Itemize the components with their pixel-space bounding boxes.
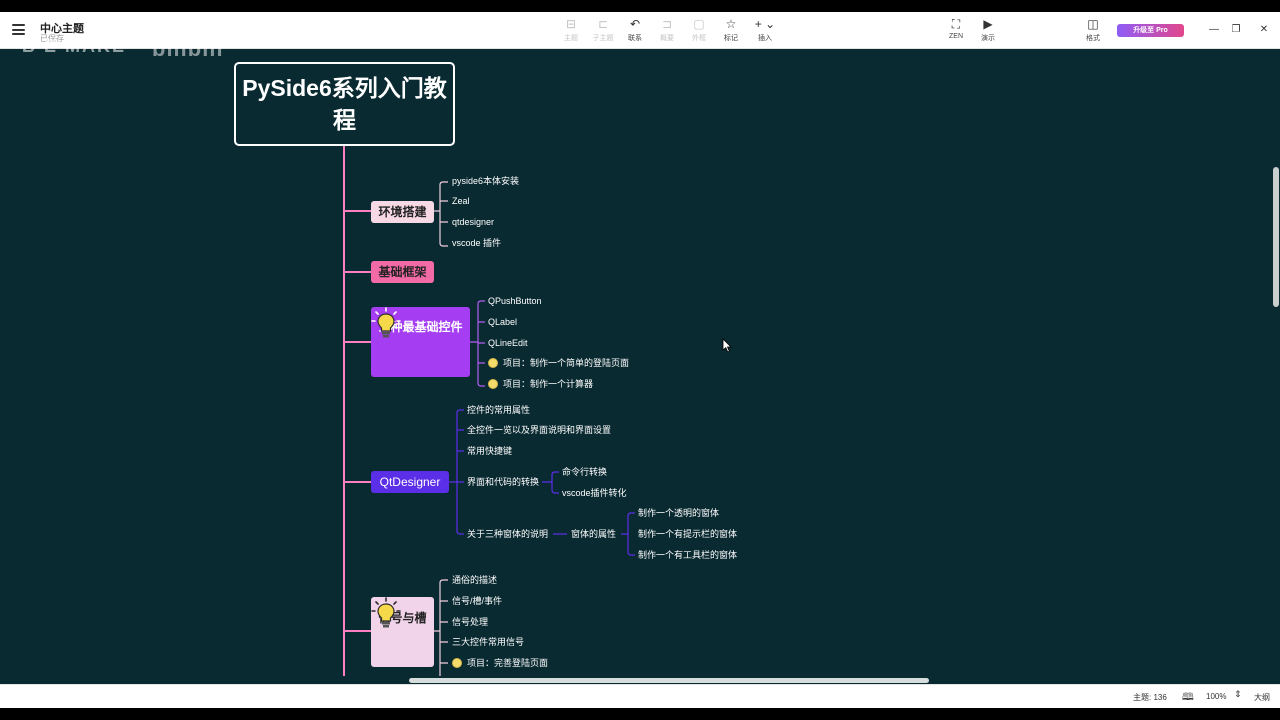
- subtopic-icon: ⊏: [597, 17, 609, 31]
- mouse-cursor-icon: [722, 338, 732, 353]
- mindmap-canvas[interactable]: PySide6系列入门教程 环境搭建 pyside6本体安装 Zeal qtde…: [0, 49, 1272, 676]
- book-icon[interactable]: 🕮: [1182, 690, 1194, 707]
- leaf-qlineedit[interactable]: QLineEdit: [488, 337, 528, 349]
- topic-icon: ⊟: [565, 17, 577, 31]
- leaf-cmd-conversion[interactable]: 命令行转换: [562, 466, 607, 478]
- leaf-project-login-page[interactable]: 项目：制作一个简单的登陆页面: [488, 357, 629, 369]
- watermark-text: B E MAKE: [22, 36, 127, 56]
- leaf-project-calculator[interactable]: 项目：制作一个计算器: [488, 378, 593, 390]
- leaf-zeal[interactable]: Zeal: [452, 195, 470, 207]
- leaf-window-attributes[interactable]: 窗体的属性: [571, 528, 616, 540]
- leaf-qpushbutton[interactable]: QPushButton: [488, 295, 542, 307]
- hamburger-menu-icon[interactable]: [12, 24, 25, 35]
- relationship-button[interactable]: ↶ 联系: [620, 17, 650, 43]
- present-icon: ▶: [983, 17, 993, 31]
- leaf-shortcuts[interactable]: 常用快捷键: [467, 445, 512, 457]
- boundary-icon: ▢: [693, 17, 705, 31]
- leaf-signal-slot-event[interactable]: 信号/槽/事件: [452, 595, 502, 607]
- restore-window-icon[interactable]: ❐: [1229, 23, 1243, 37]
- branch-signals-slots[interactable]: 信号与槽: [371, 597, 434, 667]
- minimize-icon[interactable]: —: [1207, 23, 1221, 37]
- lightbulb-icon: [371, 307, 401, 338]
- branch-three-basic-controls[interactable]: 三种最基础控件: [371, 307, 470, 377]
- root-topic[interactable]: PySide6系列入门教程: [234, 62, 455, 146]
- marker-star-icon: ☆: [725, 17, 737, 31]
- leaf-pyside6-install[interactable]: pyside6本体安装: [452, 175, 519, 187]
- boundary-button[interactable]: ▢ 外框: [684, 17, 714, 43]
- leaf-all-controls-overview[interactable]: 全控件一览以及界面说明和界面设置: [467, 424, 611, 436]
- format-panel-button[interactable]: ◫ 格式: [1078, 17, 1108, 43]
- leaf-common-signals[interactable]: 三大控件常用信号: [452, 636, 524, 648]
- relationship-icon: ↶: [629, 17, 641, 31]
- format-panel-icon: ◫: [1087, 17, 1099, 31]
- zoom-stepper-icon[interactable]: ⇕: [1234, 689, 1242, 700]
- status-bar: 主题: 136 🕮 100% ⇕ 大纲: [0, 684, 1280, 708]
- leaf-vscode-conversion[interactable]: vscode插件转化: [562, 487, 627, 499]
- close-icon[interactable]: ✕: [1257, 23, 1271, 37]
- insert-button[interactable]: + ⌄ 插入: [750, 17, 780, 43]
- insert-plus-icon: + ⌄: [754, 17, 776, 31]
- leaf-transparent-window[interactable]: 制作一个透明的窗体: [638, 507, 719, 519]
- leaf-project-improve-login[interactable]: 项目：完善登陆页面: [452, 657, 548, 669]
- leaf-signal-handling[interactable]: 信号处理: [452, 616, 488, 628]
- leaf-three-windows[interactable]: 关于三种窗体的说明: [467, 528, 548, 540]
- upgrade-pro-button[interactable]: 升级至 Pro: [1117, 24, 1184, 37]
- branch-basic-framework[interactable]: 基础框架: [371, 261, 434, 283]
- vertical-scrollbar[interactable]: [1272, 49, 1280, 684]
- marker-button[interactable]: ☆ 标记: [716, 17, 746, 43]
- leaf-ui-code-conversion[interactable]: 界面和代码的转换: [467, 476, 539, 488]
- branch-environment-setup[interactable]: 环境搭建: [371, 201, 434, 223]
- leaf-vscode-plugin[interactable]: vscode 插件: [452, 237, 501, 249]
- app-window: 中心主题 已保存 ⊟ 主题 ⊏ 子主题 ↶ 联系 ⊐ 概要 ▢ 外框 ☆ 标记 …: [0, 12, 1280, 708]
- idea-marker-icon: [488, 358, 498, 368]
- summary-button[interactable]: ⊐ 概要: [652, 17, 682, 43]
- topic-button[interactable]: ⊟ 主题: [556, 17, 586, 43]
- leaf-common-properties[interactable]: 控件的常用属性: [467, 404, 530, 416]
- zoom-level[interactable]: 100%: [1206, 692, 1226, 701]
- idea-marker-icon: [452, 658, 462, 668]
- idea-marker-icon: [488, 379, 498, 389]
- watermark-logo: bilibili: [152, 36, 224, 61]
- outline-button[interactable]: 大纲: [1254, 692, 1270, 703]
- horizontal-scroll-thumb[interactable]: [409, 678, 929, 683]
- topic-count: 主题: 136: [1133, 693, 1167, 702]
- mindmap-connectors: [343, 146, 635, 676]
- subtopic-button[interactable]: ⊏ 子主题: [588, 17, 618, 43]
- zen-icon: ⛶: [951, 17, 961, 31]
- branch-qtdesigner[interactable]: QtDesigner: [371, 471, 449, 493]
- leaf-qtdesigner[interactable]: qtdesigner: [452, 216, 494, 228]
- present-button[interactable]: ▶ 演示: [973, 17, 1003, 43]
- lightbulb-icon: [371, 597, 401, 628]
- zen-mode-button[interactable]: ⛶ ZEN: [941, 17, 971, 40]
- summary-icon: ⊐: [661, 17, 673, 31]
- vertical-scroll-thumb[interactable]: [1273, 167, 1279, 307]
- leaf-qlabel[interactable]: QLabel: [488, 316, 517, 328]
- leaf-plain-description[interactable]: 通俗的描述: [452, 574, 497, 586]
- horizontal-scrollbar[interactable]: [0, 676, 1272, 684]
- leaf-toolbar-window[interactable]: 制作一个有工具栏的窗体: [638, 549, 737, 561]
- leaf-statusbar-window[interactable]: 制作一个有提示栏的窗体: [638, 528, 737, 540]
